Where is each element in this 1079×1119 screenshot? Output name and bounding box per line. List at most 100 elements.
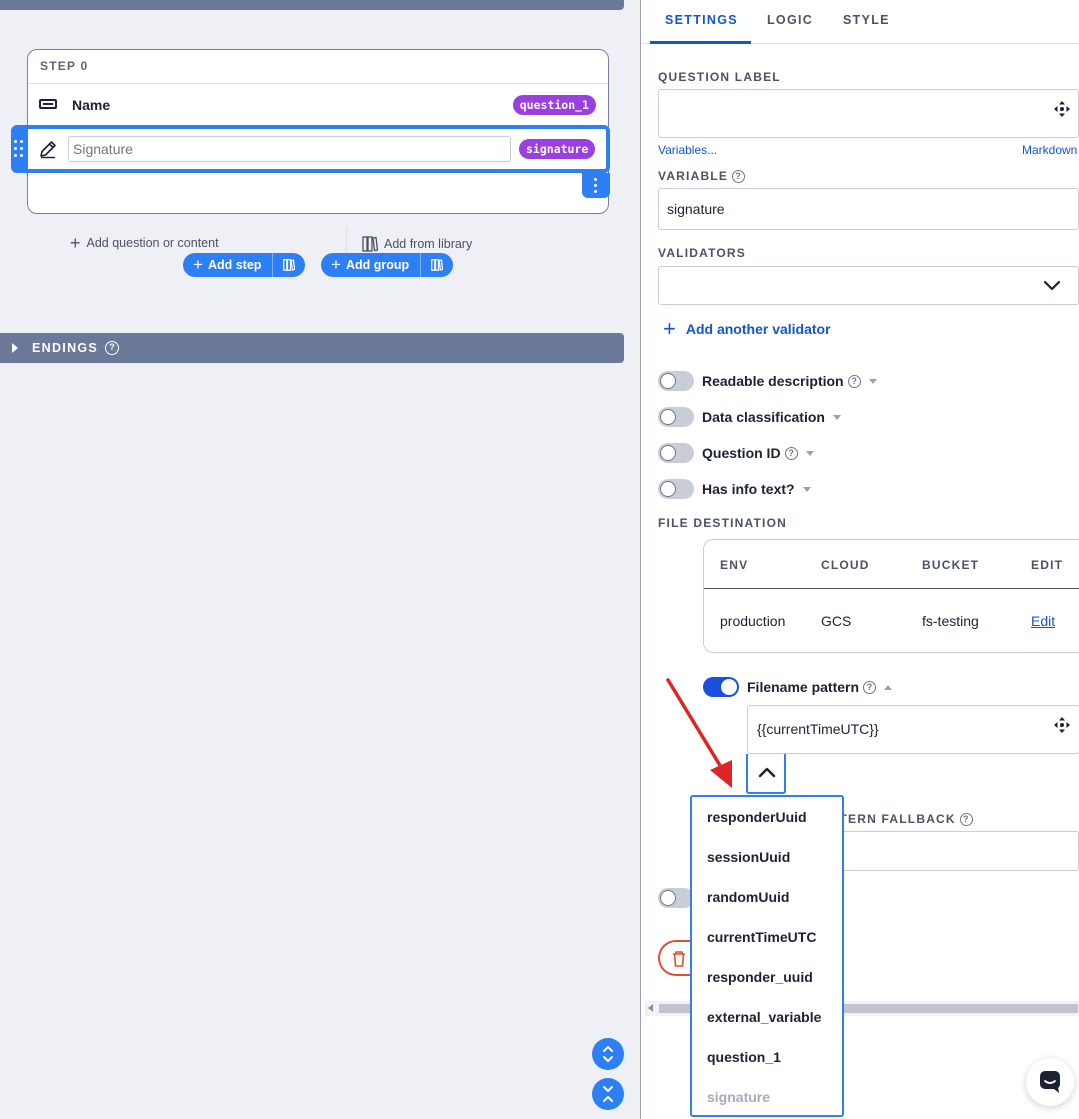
add-validator-button[interactable]: + Add another validator: [663, 316, 831, 341]
trash-icon: [673, 951, 685, 967]
endings-section-header[interactable]: ENDINGS ?: [0, 333, 624, 363]
file-destination-title: FILE DESTINATION: [658, 516, 787, 530]
active-tab-indicator: [650, 41, 751, 44]
drag-handle-icon[interactable]: [14, 140, 24, 158]
question-id-toggle[interactable]: [658, 443, 694, 463]
tab-logic[interactable]: LOGIC: [767, 13, 813, 27]
add-question-button[interactable]: + Add question or content: [70, 234, 219, 252]
expand-icon[interactable]: [802, 486, 811, 492]
add-step-from-library-button[interactable]: [272, 253, 304, 277]
toggle-row-question-id: Question ID ?: [658, 442, 814, 464]
toggle-label: Question ID: [702, 445, 781, 461]
add-group-from-library-button[interactable]: [420, 253, 452, 277]
cell-bucket: fs-testing: [922, 613, 979, 629]
info-text-toggle[interactable]: [658, 479, 694, 499]
toggle-row-readable-description: Readable description ?: [658, 370, 877, 392]
help-icon[interactable]: ?: [959, 813, 973, 827]
add-step-label: Add step: [207, 258, 262, 272]
form-canvas: STEP 0 Name question_1 + Add question or…: [0, 0, 640, 1119]
library-icon: [430, 259, 443, 271]
help-icon[interactable]: ?: [732, 170, 746, 184]
help-icon[interactable]: ?: [784, 446, 798, 460]
signature-placeholder-input[interactable]: [68, 136, 511, 162]
step-title: STEP 0: [40, 59, 89, 73]
file-destination-table: ENV CLOUD BUCKET EDIT production GCS fs-…: [703, 539, 1079, 653]
collapse-all-button[interactable]: [592, 1078, 624, 1110]
panel-tabs: SETTINGS LOGIC STYLE: [641, 0, 1079, 44]
cell-env: production: [720, 613, 786, 629]
dropdown-option[interactable]: responderUuid: [707, 809, 807, 825]
question-label: Name: [72, 97, 111, 113]
expand-icon[interactable]: [805, 450, 814, 456]
question-label-input[interactable]: [658, 89, 1079, 138]
chat-support-button[interactable]: [1026, 1058, 1074, 1106]
scroll-to-top-button[interactable]: [592, 1038, 624, 1070]
plus-icon: +: [663, 316, 676, 341]
plus-icon: +: [193, 255, 203, 274]
tab-settings[interactable]: SETTINGS: [665, 13, 738, 27]
add-group-button[interactable]: + Add group: [321, 253, 409, 277]
validators-select[interactable]: [658, 266, 1079, 305]
dropdown-option-disabled: signature: [707, 1089, 771, 1105]
add-step-button-group: + Add step: [183, 253, 305, 277]
help-icon[interactable]: ?: [847, 374, 861, 388]
variables-link[interactable]: Variables...: [658, 143, 717, 157]
column-header: BUCKET: [922, 558, 980, 572]
library-icon: [362, 236, 378, 252]
pattern-fallback-title-text: TTERN FALLBACK: [831, 812, 956, 826]
dropdown-option[interactable]: currentTimeUTC: [707, 929, 816, 945]
variable-badge: question_1: [512, 95, 596, 115]
variables-insert-icon[interactable]: [1053, 716, 1071, 734]
column-header: ENV: [720, 558, 749, 572]
toggle-label: Has info text?: [702, 481, 795, 497]
more-options-button[interactable]: [582, 173, 610, 198]
filename-pattern-input[interactable]: {{currentTimeUTC}}: [747, 705, 1079, 754]
annotation-arrow-icon: [666, 678, 732, 788]
add-validator-label: Add another validator: [685, 321, 831, 337]
toggle-label: Data classification: [702, 409, 825, 425]
edit-link[interactable]: Edit: [1031, 613, 1055, 629]
variable-badge: signature: [519, 139, 596, 159]
variables-dropdown-toggle[interactable]: [746, 754, 786, 794]
question-label-title: QUESTION LABEL: [658, 70, 781, 84]
dropdown-option[interactable]: question_1: [707, 1049, 781, 1065]
help-icon[interactable]: ?: [105, 341, 119, 355]
add-step-button[interactable]: + Add step: [183, 253, 261, 277]
dropdown-option[interactable]: sessionUuid: [707, 849, 790, 865]
plus-icon: +: [331, 255, 341, 274]
pattern-fallback-input[interactable]: [831, 831, 1079, 871]
data-classification-toggle[interactable]: [658, 407, 694, 427]
help-icon[interactable]: ?: [863, 680, 877, 694]
variables-insert-icon[interactable]: [1053, 100, 1071, 118]
toggle-row-data-classification: Data classification: [658, 406, 841, 428]
readable-description-toggle[interactable]: [658, 371, 694, 391]
toggle-label: Readable description: [702, 373, 844, 389]
pen-icon: [40, 141, 56, 159]
pattern-fallback-title: TTERN FALLBACK?: [831, 812, 973, 827]
add-library-label: Add from library: [384, 237, 473, 251]
column-header: EDIT: [1031, 558, 1064, 572]
chevron-collapse-icon: [603, 1086, 613, 1102]
collapse-icon[interactable]: [884, 684, 893, 690]
toggle-label: Filename pattern: [747, 679, 860, 695]
toggle-row-info-text: Has info text?: [658, 478, 811, 500]
scroll-left-icon[interactable]: [648, 1004, 653, 1012]
endings-label: ENDINGS: [32, 341, 99, 355]
dropdown-option[interactable]: randomUuid: [707, 889, 789, 905]
add-from-library-button[interactable]: Add from library: [362, 236, 472, 252]
validators-title: VALIDATORS: [658, 246, 747, 260]
expand-icon[interactable]: [832, 414, 841, 420]
cell-cloud: GCS: [821, 613, 852, 629]
question-row-name[interactable]: Name question_1: [28, 84, 608, 126]
tab-style[interactable]: STYLE: [843, 13, 890, 27]
chat-icon: [1040, 1071, 1060, 1093]
expand-icon[interactable]: [868, 378, 877, 384]
hidden-toggle[interactable]: [658, 888, 694, 908]
divider: [704, 588, 1079, 589]
dropdown-option[interactable]: external_variable: [707, 1009, 821, 1025]
caret-right-icon: [12, 343, 18, 353]
variable-input[interactable]: signature: [658, 188, 1079, 230]
markdown-link[interactable]: Markdown: [1022, 143, 1077, 157]
dropdown-option[interactable]: responder_uuid: [707, 969, 813, 985]
add-group-button-group: + Add group: [321, 253, 453, 277]
